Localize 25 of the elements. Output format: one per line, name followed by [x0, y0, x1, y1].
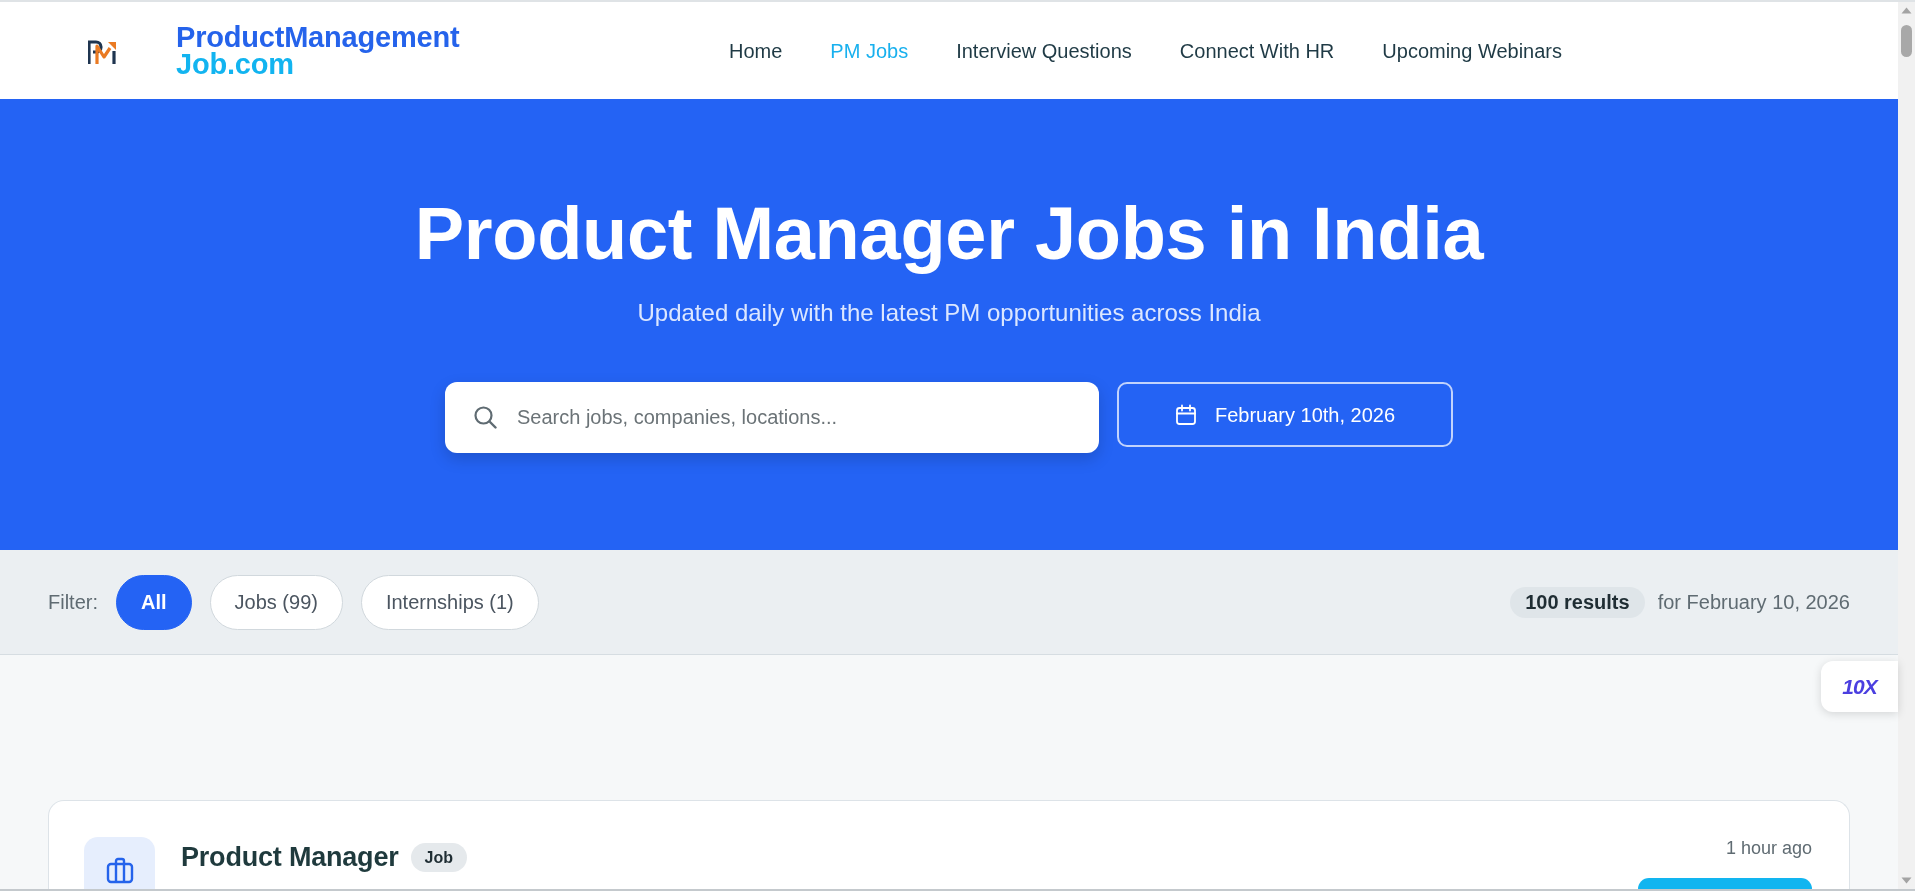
nav-link[interactable]: Connect With HR	[1179, 38, 1335, 63]
search-icon	[473, 405, 497, 429]
search-field[interactable]: Search jobs, companies, locations...	[445, 382, 1099, 453]
partner-logo[interactable]: 10X	[1821, 661, 1898, 712]
results-date: for February 10, 2026	[1657, 590, 1850, 615]
job-title[interactable]: Product Manager	[181, 841, 399, 873]
nav-link[interactable]: Interview Questions	[956, 38, 1132, 63]
filter-chip[interactable]: Internships (1)	[360, 574, 539, 630]
results-count: 100 results	[1510, 586, 1645, 618]
briefcase-icon	[84, 837, 155, 889]
posted-time: 1 hour ago	[1725, 837, 1812, 859]
job-type-badge: Job	[410, 842, 467, 872]
page-subtitle: Updated daily with the latest PM opportunities across India	[637, 298, 1261, 328]
calendar-icon	[1174, 403, 1197, 426]
page-title: Product Manager Jobs in India	[414, 191, 1484, 277]
nav-link[interactable]: Upcoming Webinars	[1382, 38, 1563, 63]
filter-label: Filter:	[48, 590, 98, 615]
scrollbar-thumb[interactable]	[1901, 25, 1912, 57]
nav-link[interactable]: Home	[729, 38, 783, 63]
filter-chip[interactable]: Jobs (99)	[209, 574, 343, 630]
action-button[interactable]	[1638, 878, 1812, 889]
date-picker-button[interactable]: February 10th, 2026	[1117, 382, 1453, 447]
scrollbar[interactable]	[1898, 2, 1915, 889]
filter-chip[interactable]: All	[116, 574, 192, 630]
brand-name[interactable]: ProductManagement	[176, 23, 460, 51]
